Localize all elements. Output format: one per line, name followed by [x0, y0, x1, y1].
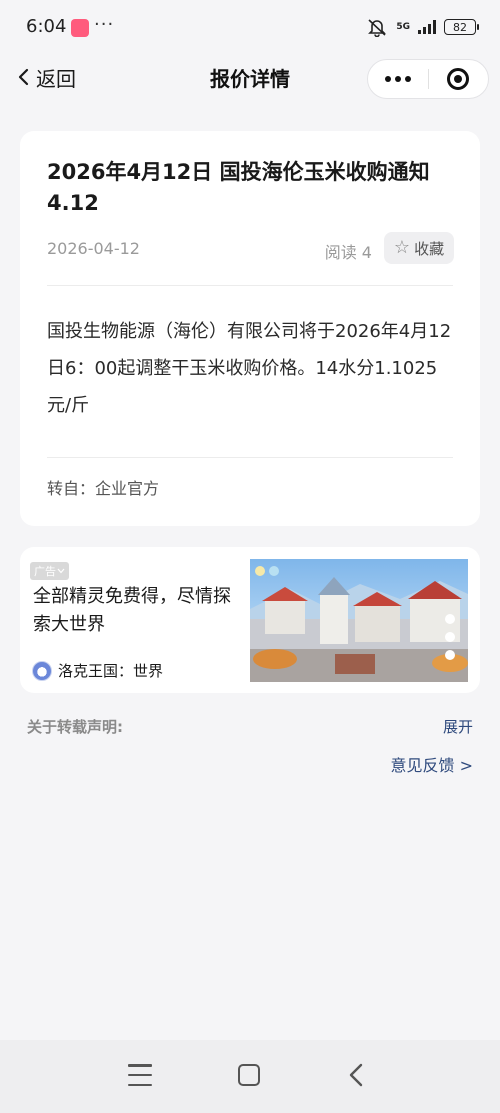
navigation-bar: 返回 报价详情 — [0, 50, 500, 106]
system-navigation-bar — [0, 1040, 500, 1113]
article-title: 2026年4月12日 国投海伦玉米收购通知4.12 — [47, 160, 430, 215]
feedback-link[interactable]: 意见反馈 > — [391, 752, 474, 776]
app-notification-icon — [71, 19, 89, 37]
status-time: 6:04 — [26, 16, 67, 37]
status-indicators: 5G 82 — [366, 17, 479, 37]
miniprogram-capsule — [367, 59, 489, 99]
more-dots-icon — [384, 76, 391, 82]
article-date: 2026-04-12 — [47, 239, 140, 258]
battery-icon: 82 — [444, 19, 479, 35]
target-close-icon — [447, 68, 470, 90]
article-source: 转自：企业官方 — [47, 479, 160, 498]
ad-brand: 洛克王国：世界 — [32, 660, 163, 681]
ad-card[interactable]: 广告 全部精灵免费得，尽情探索大世界 洛克王国：世界 — [20, 547, 480, 693]
status-more-dots: ··· — [94, 14, 115, 35]
ad-badge[interactable]: 广告 — [30, 562, 69, 580]
chevron-left-icon[interactable] — [348, 1062, 364, 1088]
ad-brand-name: 洛克王国：世界 — [58, 662, 164, 680]
ad-image[interactable] — [250, 559, 468, 682]
battery-level: 82 — [453, 20, 467, 34]
menu-icon[interactable] — [128, 1064, 152, 1086]
star-outline-icon: ☆ — [393, 237, 411, 258]
status-bar: 6:04 ··· 5G 82 — [0, 0, 500, 50]
divider — [47, 457, 453, 458]
favorite-label: 收藏 — [414, 239, 445, 258]
close-miniprogram-button[interactable] — [428, 60, 488, 98]
back-label: 返回 — [36, 66, 76, 91]
network-type: 5G — [396, 21, 410, 32]
brand-logo-icon — [32, 660, 52, 681]
article-card: 2026年4月12日 国投海伦玉米收购通知4.12 2026-04-12 阅读 … — [20, 131, 480, 526]
ad-badge-label: 广告 — [34, 565, 56, 578]
divider — [47, 285, 453, 286]
signal-icon — [418, 20, 436, 34]
chevron-left-icon — [18, 68, 29, 86]
article-body: 国投生物能源（海伦）有限公司将于2026年4月12日6：00起调整干玉米收购价格… — [47, 321, 452, 416]
home-square-icon[interactable] — [238, 1064, 260, 1086]
ad-headline: 全部精灵免费得，尽情探索大世界 — [33, 586, 231, 635]
more-button[interactable] — [368, 60, 428, 98]
favorite-button[interactable]: ☆ 收藏 — [384, 232, 454, 264]
read-count: 阅读 4 — [324, 243, 372, 262]
chevron-down-icon — [57, 568, 65, 574]
expand-link[interactable]: 展开 — [443, 716, 473, 737]
mute-bell-icon — [368, 19, 387, 37]
disclaimer-label: 关于转载声明: — [27, 718, 123, 736]
back-button[interactable]: 返回 — [16, 62, 76, 92]
